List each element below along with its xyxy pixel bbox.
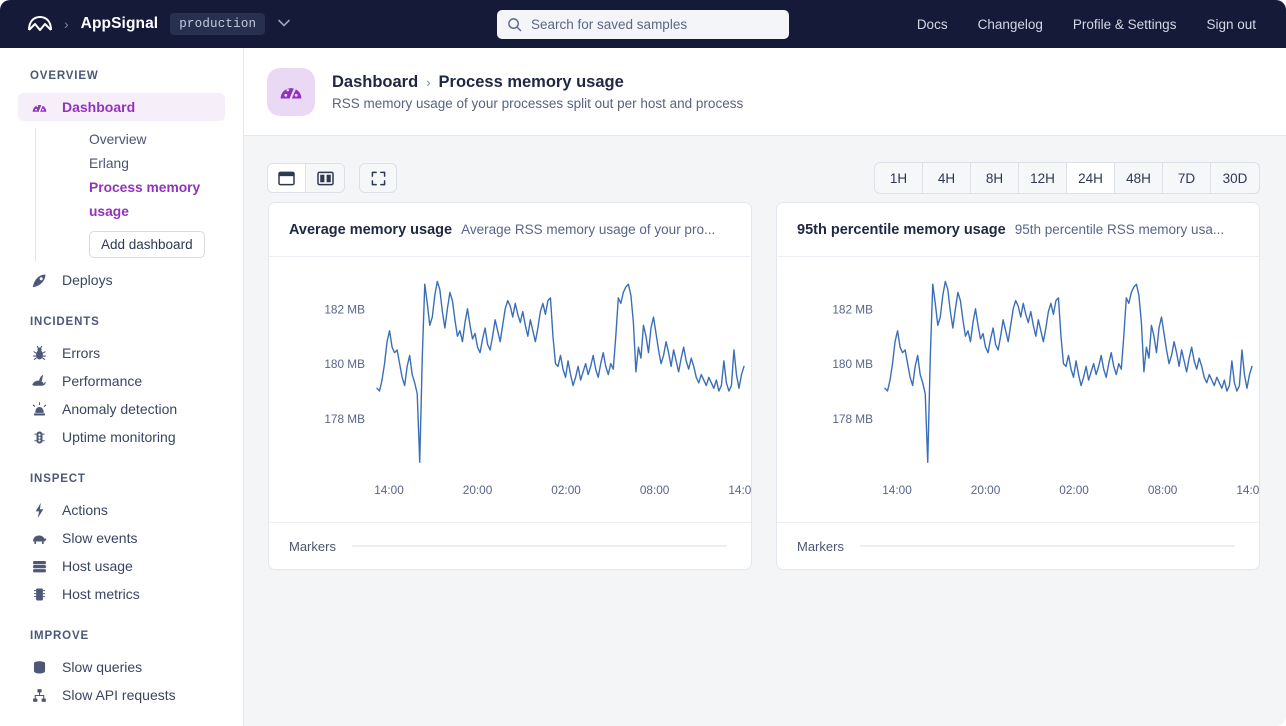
sidebar-item-label: Slow API requests [62,687,176,703]
search-icon [507,17,522,32]
single-column-layout-icon[interactable] [268,164,306,192]
x-axis-tick-label: 20:00 [463,483,493,497]
gauge-icon [267,67,315,116]
nav-breadcrumb-separator: › [64,16,69,32]
line-chart-svg: 178 MB 180 MB 182 MB 14:00 20:00 02:00 08:00 14… [832,280,1260,497]
breadcrumb: Dashboard › Process memory usage [332,73,743,92]
top-nav-links: Docs Changelog Profile & Settings Sign o… [917,17,1270,32]
x-axis-tick-label: 08:00 [640,483,670,497]
chart-average-memory-usage[interactable]: 178 MB 180 MB 182 MB 14:00 20:00 02:00 08:00 14… [269,257,751,522]
panel-average-memory-usage: Average memory usage Average RSS memory … [268,202,752,570]
search-placeholder-text: Search for saved samples [531,17,688,32]
sidebar-item-label: Slow queries [62,659,143,675]
y-axis-tick-label: 182 MB [832,302,873,316]
chart-95th-percentile-memory-usage[interactable]: 178 MB 180 MB 182 MB 14:00 20:00 02:00 08:00 14… [777,257,1259,522]
nav-link-sign-out[interactable]: Sign out [1206,17,1256,32]
x-axis-tick-label: 20:00 [971,483,1001,497]
panel-title: 95th percentile memory usage [797,221,1006,238]
dashboard-panels: Average memory usage Average RSS memory … [3,200,1286,570]
range-button-8h[interactable]: 8H [971,163,1019,193]
nav-link-profile-settings[interactable]: Profile & Settings [1073,17,1177,32]
search-input[interactable]: Search for saved samples [497,10,789,39]
page-header-text: Dashboard › Process memory usage RSS mem… [332,73,743,111]
app-root: › AppSignal production Search for saved … [0,0,1286,726]
x-axis-tick-label: 02:00 [1059,483,1089,497]
top-navigation-bar: › AppSignal production Search for saved … [0,0,1286,48]
time-range-selector: 1H 4H 8H 12H 24H 48H 7D 30D [874,162,1260,194]
appsignal-logo-icon[interactable] [26,12,54,36]
panel-description: Average RSS memory usage of your pro... [461,222,716,237]
nav-link-changelog[interactable]: Changelog [978,17,1043,32]
x-axis-tick-label: 14:00 [374,483,404,497]
fullscreen-button[interactable] [359,163,397,193]
panel-95th-percentile-memory-usage: 95th percentile memory usage 95th percen… [776,202,1260,570]
layout-toggle-group [267,163,345,193]
range-button-1h[interactable]: 1H [875,163,923,193]
dashboard-toolbar: 1H 4H 8H 12H 24H 48H 7D 30D [244,136,1286,200]
nav-link-docs[interactable]: Docs [917,17,948,32]
organization-name[interactable]: AppSignal [81,15,159,33]
x-axis-tick-label: 08:00 [1148,483,1178,497]
markers-rule [351,545,727,547]
panel-description: 95th percentile RSS memory usa... [1014,222,1225,237]
y-axis-tick-label: 182 MB [324,302,365,316]
page-title: Process memory usage [438,72,624,91]
sidebar-section-improve: IMPROVE [30,630,89,642]
range-button-24h[interactable]: 24H [1067,163,1115,193]
breadcrumb-parent[interactable]: Dashboard [332,73,418,92]
sidebar-subitem-erlang[interactable]: Erlang [89,152,243,176]
sidebar-item-dashboard[interactable]: Dashboard [18,93,225,121]
panel-header: Average memory usage Average RSS memory … [269,203,751,257]
two-column-layout-icon[interactable] [306,164,344,192]
sidebar-item-slow-queries[interactable]: Slow queries [18,653,225,681]
sidebar-section-overview: OVERVIEW [30,70,99,82]
panel-title: Average memory usage [289,221,453,238]
environment-badge[interactable]: production [170,13,266,35]
sidebar-item-label: Dashboard [62,99,136,115]
y-axis-tick-label: 180 MB [832,357,873,371]
range-button-30d[interactable]: 30D [1211,163,1259,193]
y-axis-tick-label: 178 MB [832,412,873,426]
chevron-down-icon[interactable] [278,18,291,30]
chip-icon [30,585,48,603]
sidebar-item-label: Host metrics [62,586,140,602]
range-button-4h[interactable]: 4H [923,163,971,193]
line-chart-svg: 178 MB 180 MB 182 MB 14:00 20:00 02:00 08:00 14… [324,280,752,497]
sidebar-item-slow-api-requests[interactable]: Slow API requests [18,681,225,709]
breadcrumb-separator: › [426,74,431,90]
page-subtitle: RSS memory usage of your processes split… [332,95,744,111]
chart-series-line [376,280,745,463]
sidebar-item-host-metrics[interactable]: Host metrics [18,580,225,608]
range-button-12h[interactable]: 12H [1019,163,1067,193]
chart-series-line [884,280,1253,463]
sidebar-subitem-overview[interactable]: Overview [89,128,243,152]
x-axis-tick-label: 02:00 [551,483,581,497]
range-button-7d[interactable]: 7D [1163,163,1211,193]
markers-label: Markers [797,538,844,554]
database-icon [30,658,48,676]
page-header: Dashboard › Process memory usage RSS mem… [244,48,1286,136]
x-axis-tick-label: 14:00 [882,483,912,497]
panel-header: 95th percentile memory usage 95th percen… [777,203,1259,257]
panel-footer-markers: Markers [269,522,751,569]
markers-label: Markers [289,538,336,554]
y-axis-tick-label: 178 MB [324,412,365,426]
main-content: Dashboard › Process memory usage RSS mem… [244,48,1286,726]
y-axis-tick-label: 180 MB [324,357,365,371]
gauge-icon [30,98,48,116]
x-axis-tick-label: 14:00 [1236,483,1260,497]
x-axis-tick-label: 14:00 [728,483,752,497]
panel-footer-markers: Markers [777,522,1259,569]
sitemap-icon [30,686,48,704]
range-button-48h[interactable]: 48H [1115,163,1163,193]
markers-rule [859,545,1235,547]
